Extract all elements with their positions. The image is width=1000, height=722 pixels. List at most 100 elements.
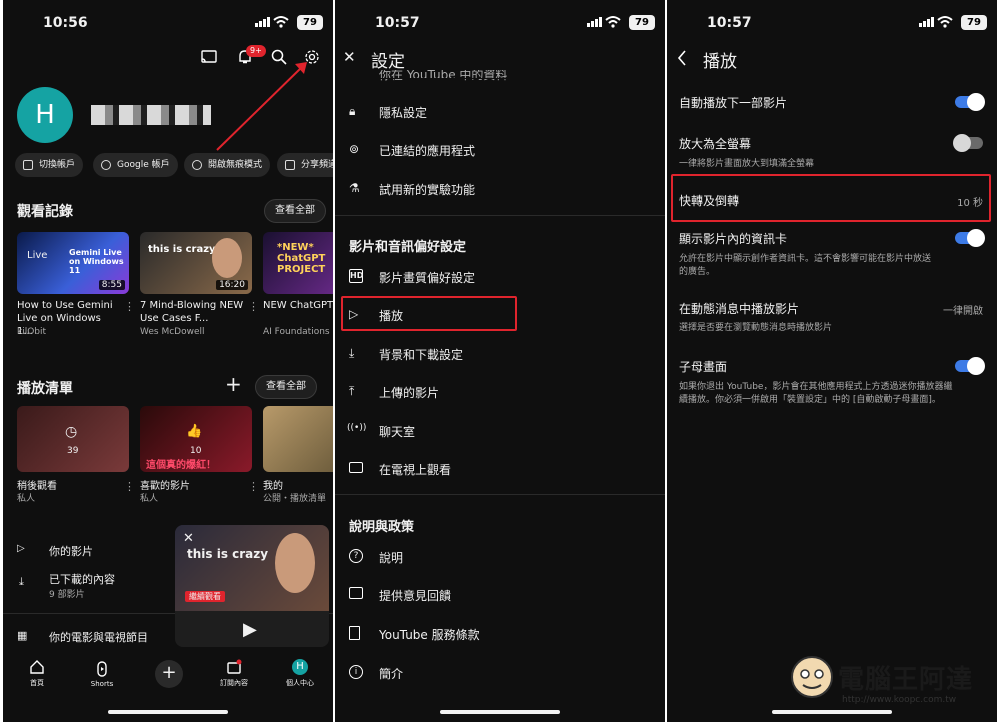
close-icon[interactable]: ✕ [343, 48, 356, 66]
video-duration: 16:20 [216, 280, 248, 290]
feed-playback-desc: 選擇是否要在瀏覽動態消息時播放影片 [679, 323, 833, 333]
item-label: 背景和下載設定 [379, 348, 464, 362]
create-button[interactable]: + [155, 660, 183, 688]
more-vert-icon[interactable]: ⋮ [124, 480, 135, 493]
home-indicator [772, 710, 892, 714]
info-cards-desc: 允許在影片中顯示創作者資訊卡。這不會影響可能在影片中放送的廣告。 [679, 254, 932, 277]
play-icon[interactable]: ▶ [243, 619, 257, 640]
wifi-icon [273, 16, 289, 28]
chip-label: Google 帳戶 [117, 160, 170, 170]
item-label: 已連結的應用程式 [379, 144, 476, 158]
list-label: 你的電影與電視節目 [49, 631, 148, 644]
thumb-text: this is crazy [187, 547, 269, 561]
nav-home[interactable]: 首頁 [12, 659, 62, 688]
thumb-text: this is crazy [148, 244, 216, 255]
home-icon [30, 660, 44, 674]
live-icon: ((•)) [347, 423, 367, 433]
history-view-all-button[interactable]: 查看全部 [264, 199, 326, 223]
signal-icon [587, 17, 602, 27]
item-label: YouTube 服務條款 [379, 628, 480, 642]
settings-screen: 10:57 79 ✕ 設定 你在 YouTube 中的資料 🔒︎ 隱私設定 ⊚ 已連… [335, 0, 665, 722]
feed-playback-label[interactable]: 在動態消息中播放影片 [679, 300, 799, 317]
fullscreen-toggle[interactable] [953, 134, 983, 152]
autoplay-toggle[interactable] [955, 93, 985, 111]
thumb-text: *NEW* ChatGPT PROJECT [277, 242, 326, 275]
video-title[interactable]: NEW ChatGPT Projects Full G [263, 299, 333, 312]
download-icon: ⤓ [349, 346, 355, 360]
toggle-knob [967, 93, 985, 111]
close-icon[interactable]: ✕ [183, 531, 194, 546]
nav-label: 首頁 [30, 679, 44, 687]
playlist-thumbnail[interactable] [263, 406, 333, 472]
tv-icon [349, 462, 363, 473]
status-time: 10:56 [43, 15, 88, 31]
chip-share-channel[interactable]: 分享頻道 [277, 153, 333, 177]
history-thumbnail[interactable]: this is crazy 16:20 [140, 232, 252, 294]
chip-switch-account[interactable]: 切換帳戶 [15, 153, 84, 177]
seek-value[interactable]: 10 秒 [957, 194, 983, 209]
connected-apps-icon: ⊚ [349, 142, 360, 156]
status-time: 10:57 [707, 15, 752, 31]
download-icon: ⤓ [19, 575, 24, 588]
item-label: 提供意見回饋 [379, 589, 452, 603]
item-label: 簡介 [379, 667, 404, 681]
info-icon: i [349, 665, 363, 679]
playlist-sub: 公開・播放清單 [263, 494, 327, 504]
upload-icon: ⤒ [349, 384, 355, 398]
history-title: 觀看記錄 [17, 204, 73, 220]
thumb-text: 這個真的爆紅！ [146, 460, 216, 471]
feedback-icon [349, 587, 363, 599]
history-thumbnail[interactable]: *NEW* ChatGPT PROJECT [263, 232, 333, 294]
chip-label: 切換帳戶 [39, 160, 76, 170]
video-title[interactable]: 7 Mind-Blowing NEW Use Cases F... [140, 299, 244, 325]
chip-google-account[interactable]: Google 帳戶 [93, 153, 178, 177]
person-image [275, 533, 315, 593]
back-arrow-icon[interactable] [677, 50, 687, 66]
section-video-audio: 影片和音訊偏好設定 [349, 240, 467, 255]
google-icon [101, 160, 111, 170]
add-playlist-icon[interactable]: + [225, 374, 242, 394]
nav-subscriptions[interactable]: 訂閱內容 [209, 659, 259, 688]
status-bar: 10:57 79 [335, 0, 665, 46]
playlist-thumbnail[interactable]: ◷ 39 [17, 406, 129, 472]
info-cards-toggle[interactable] [955, 229, 985, 247]
document-icon [349, 626, 360, 640]
toggle-knob [967, 357, 985, 375]
item-label: 說明 [379, 551, 404, 565]
avatar[interactable]: H [17, 87, 73, 143]
more-vert-icon[interactable]: ⋮ [124, 300, 135, 313]
more-vert-icon[interactable]: ⋮ [248, 300, 259, 313]
list-label: 你的影片 [49, 545, 93, 558]
playlist-thumbnail[interactable]: 👍 10 這個真的爆紅！ [140, 406, 252, 472]
history-thumbnail[interactable]: Live Gemini Live on Windows 11 8:55 [17, 232, 129, 294]
chip-label: 開啟無痕模式 [208, 160, 263, 170]
play-square-icon: ▷ [17, 543, 25, 554]
nav-shorts[interactable]: Shorts [77, 661, 127, 688]
battery-indicator: 79 [297, 15, 323, 30]
pip-label: 子母畫面 [679, 360, 728, 374]
playlist-sub: 私人 [140, 494, 159, 504]
nav-you[interactable]: H 個人中心 [275, 659, 325, 688]
shorts-icon [97, 661, 107, 677]
video-channel: Wes McDowell [140, 327, 205, 337]
battery-indicator: 79 [961, 15, 987, 30]
help-icon: ? [349, 549, 363, 563]
feed-playback-value[interactable]: 一律開啟 [943, 302, 983, 317]
more-vert-icon[interactable]: ⋮ [248, 480, 259, 493]
thumb-tag: Live [27, 250, 48, 261]
account-screen: 10:56 79 9+ H 切換帳戶 Google 帳戶 開啟無痕模式 分享頻道… [3, 0, 333, 722]
section-help: 說明與政策 [349, 520, 415, 535]
list-sub: 9 部影片 [49, 590, 85, 600]
pip-toggle[interactable] [955, 357, 985, 375]
wifi-icon [937, 16, 953, 28]
home-indicator [440, 710, 560, 714]
item-label: 在電視上觀看 [379, 463, 452, 477]
playlists-view-all-button[interactable]: 查看全部 [255, 375, 317, 399]
seek-label[interactable]: 快轉及倒轉 [679, 192, 739, 209]
chip-incognito[interactable]: 開啟無痕模式 [184, 153, 271, 177]
film-icon: ▦ [17, 629, 28, 642]
thumbs-up-icon: 👍 [186, 424, 203, 439]
chip-label: 分享頻道 [301, 160, 333, 170]
playback-title: 播放 [703, 52, 737, 72]
mini-player[interactable]: ✕ this is crazy 繼續觀看 ▶ [175, 525, 329, 647]
